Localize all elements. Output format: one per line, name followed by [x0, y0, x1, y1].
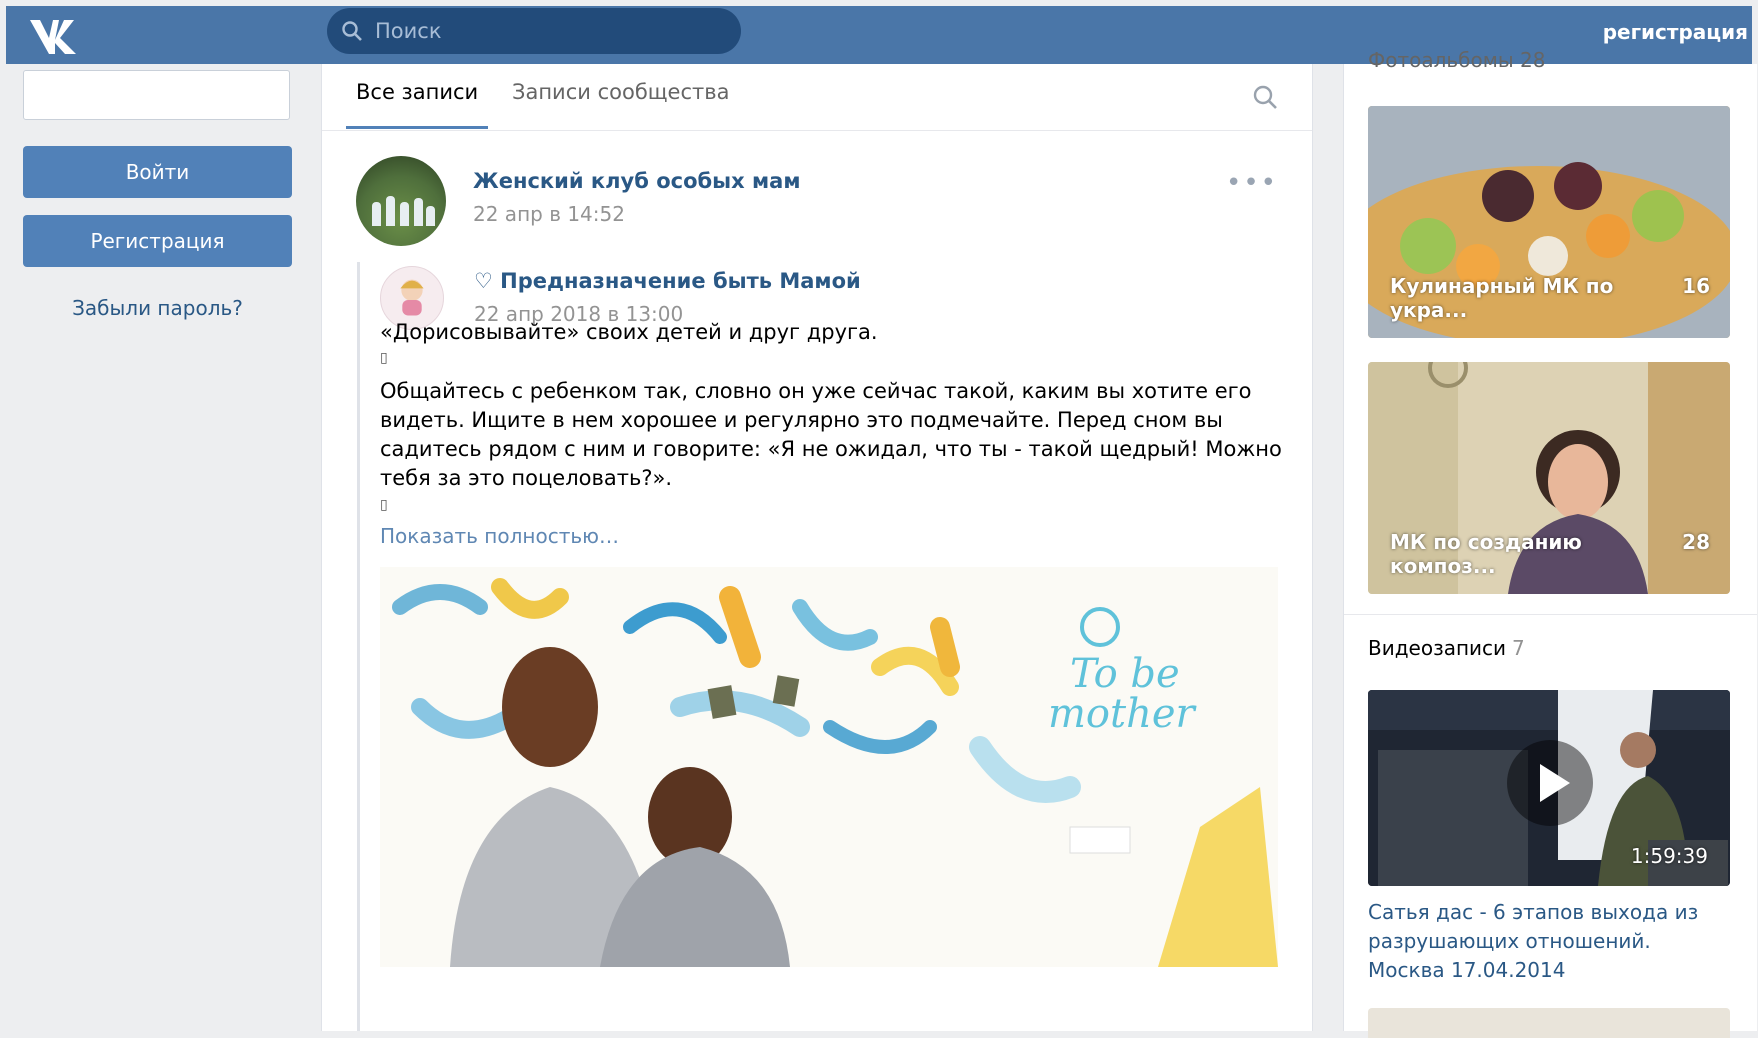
videos-count: 7	[1512, 636, 1525, 660]
search-icon	[342, 21, 362, 41]
album-title: МК по созданию композ...	[1390, 530, 1582, 578]
post-photo[interactable]: To be mother	[380, 567, 1278, 967]
painting-wall-image-icon: To be mother	[380, 567, 1278, 967]
photo-logo-text-2: mother	[1048, 691, 1198, 737]
album-caption: МК по созданию композ... 28	[1390, 530, 1710, 578]
search-placeholder: Поиск	[375, 19, 442, 43]
album-count: 28	[1682, 530, 1710, 554]
post-text-line: ▯	[380, 350, 388, 366]
albums-header[interactable]: Фотоальбомы 28	[1368, 48, 1545, 72]
album-thumb[interactable]: МК по созданию композ... 28	[1368, 362, 1730, 594]
album-caption: Кулинарный МК по укра... 16	[1390, 274, 1710, 322]
section-divider	[1344, 614, 1757, 615]
post-author[interactable]: Женский клуб особых мам	[473, 169, 801, 193]
repost-divider	[357, 262, 360, 1031]
album-count: 16	[1682, 274, 1710, 298]
videos-title: Видеозаписи	[1368, 636, 1507, 660]
album-title: Кулинарный МК по укра...	[1390, 274, 1614, 322]
wall-search-icon[interactable]	[1252, 84, 1278, 110]
show-more-link[interactable]: Показать полностью…	[380, 524, 619, 548]
videos-header[interactable]: Видеозаписи 7	[1368, 636, 1525, 660]
post-text-line: «Дорисовывайте» своих детей и друг друга…	[380, 320, 878, 344]
register-link[interactable]: регистрация	[1603, 20, 1748, 44]
search-input[interactable]: Поиск	[327, 8, 741, 54]
login-button[interactable]: Войти	[23, 146, 292, 198]
video-duration: 1:59:39	[1630, 844, 1708, 868]
login-field[interactable]	[23, 70, 290, 120]
post-text-line: садитесь рядом с ним и говорите: «Я не о…	[380, 437, 1282, 461]
post-text-line: тебя за это поцеловать?».	[380, 466, 672, 490]
video-title-link[interactable]: Сатья дас - 6 этапов выхода из разрушающ…	[1368, 898, 1730, 985]
post-text-line: видеть. Ищите в нем хорошее и регулярно …	[380, 408, 1223, 432]
wall-tabs: Все записи Записи сообщества	[322, 64, 1312, 131]
wall-panel: Все записи Записи сообщества Женский клу…	[321, 64, 1313, 1031]
album-thumb[interactable]: Кулинарный МК по укра... 16	[1368, 106, 1730, 338]
post-text-line: ▯	[380, 497, 388, 513]
video-thumb[interactable]: 1:59:39	[1368, 690, 1730, 886]
post-date[interactable]: 22 апр в 14:52	[473, 202, 625, 226]
active-tab-indicator	[346, 126, 488, 129]
tab-all-posts[interactable]: Все записи	[356, 80, 478, 104]
next-video-thumb[interactable]	[1368, 1008, 1730, 1038]
forgot-password-link[interactable]: Забыли пароль?	[23, 296, 292, 320]
repost-title[interactable]: ♡ Предназначение быть Мамой	[474, 269, 861, 293]
tab-community-posts[interactable]: Записи сообщества	[512, 80, 730, 104]
play-icon[interactable]	[1507, 740, 1593, 826]
post-more-icon[interactable]: •••	[1226, 168, 1278, 198]
register-button[interactable]: Регистрация	[23, 215, 292, 267]
post-text-line: Общайтесь с ребенком так, словно он уже …	[380, 379, 1252, 403]
vk-logo-icon[interactable]	[28, 14, 90, 56]
right-sidebar: Фотоальбомы 28 Кулинарный МК по укра... …	[1343, 48, 1757, 1038]
author-avatar[interactable]	[356, 156, 446, 246]
